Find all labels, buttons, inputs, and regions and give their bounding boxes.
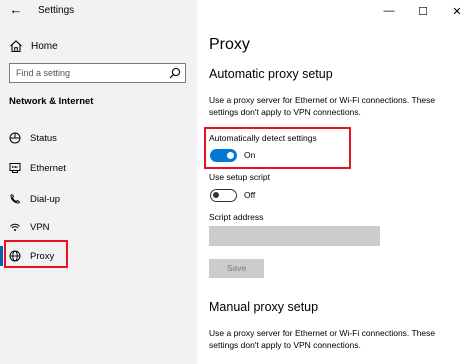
home-label: Home (31, 40, 58, 52)
status-icon (9, 132, 21, 144)
section-title: Network & Internet (9, 96, 94, 107)
search-icon[interactable] (169, 67, 181, 79)
manual-proxy-description: Use a proxy server for Ethernet or Wi-Fi… (209, 328, 436, 350)
script-address-input[interactable] (209, 226, 380, 246)
sidebar-item-status[interactable]: Status (9, 130, 57, 146)
window-controls: — ☐ ✕ (372, 0, 474, 22)
sidebar-item-label: Dial-up (30, 193, 61, 205)
auto-proxy-heading: Automatic proxy setup (209, 67, 333, 81)
main-content: — ☐ ✕ Proxy Automatic proxy setup Use a … (197, 0, 474, 364)
setup-script-label: Use setup script (209, 172, 270, 182)
vpn-icon (10, 223, 20, 231)
save-button[interactable]: Save (209, 259, 264, 278)
page-title: Proxy (209, 36, 250, 53)
ethernet-icon (9, 163, 21, 173)
app-title: Settings (38, 5, 75, 16)
script-address-label: Script address (209, 212, 264, 222)
sidebar-item-label: Ethernet (30, 162, 66, 174)
close-button[interactable]: ✕ (440, 0, 474, 22)
setup-script-state: Off (244, 190, 256, 200)
dialup-icon (10, 194, 20, 204)
home-link[interactable]: Home (9, 38, 58, 54)
sidebar-item-vpn[interactable]: VPN (9, 219, 50, 235)
home-icon (10, 40, 22, 53)
proxy-highlight-box (4, 240, 68, 268)
search-input[interactable] (10, 64, 160, 82)
back-arrow-icon[interactable]: ← (9, 3, 23, 17)
title-bar: ← Settings (0, 0, 197, 22)
search-box[interactable] (9, 63, 186, 83)
selected-indicator (0, 246, 3, 266)
sidebar-item-label: VPN (30, 221, 50, 233)
minimize-button[interactable]: — (372, 0, 406, 22)
manual-proxy-heading: Manual proxy setup (209, 300, 319, 314)
auto-proxy-description: Use a proxy server for Ethernet or Wi-Fi… (209, 95, 436, 117)
maximize-button[interactable]: ☐ (406, 0, 440, 22)
setup-script-toggle[interactable] (210, 189, 237, 202)
sidebar: ← Settings Home Network & Internet Statu… (0, 0, 197, 364)
auto-detect-highlight-box (204, 127, 351, 169)
sidebar-item-dialup[interactable]: Dial-up (9, 191, 60, 207)
sidebar-item-ethernet[interactable]: Ethernet (9, 160, 66, 176)
sidebar-item-label: Status (30, 132, 57, 144)
